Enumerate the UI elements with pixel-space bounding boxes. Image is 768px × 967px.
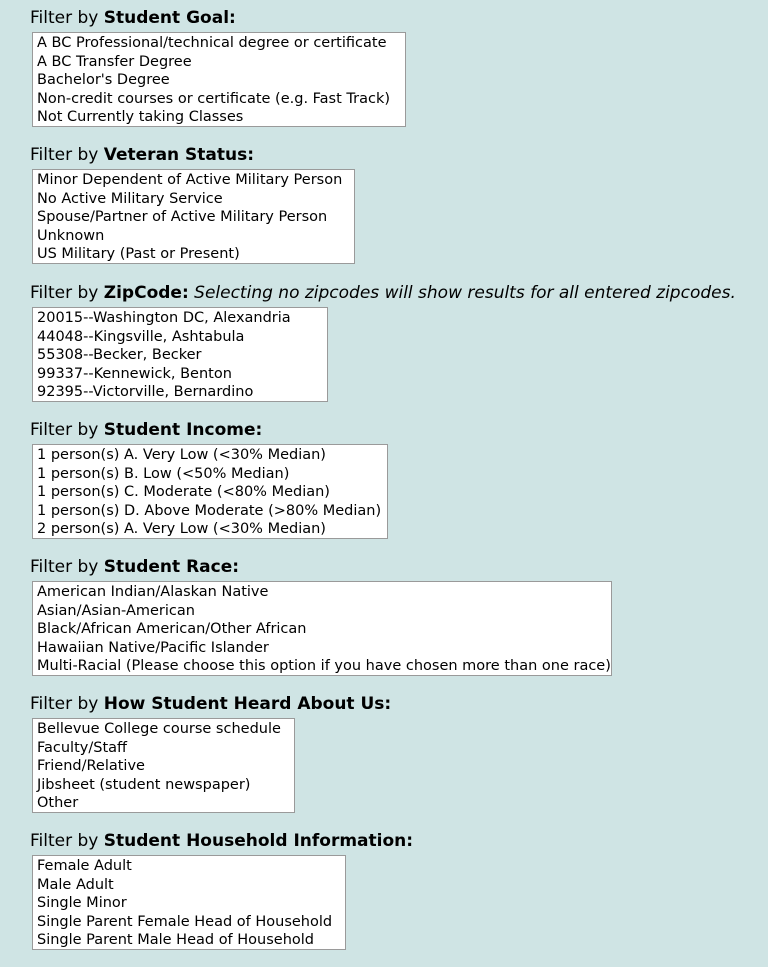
filter-prefix: Filter by bbox=[30, 145, 104, 165]
listbox-option[interactable]: Black/African American/Other African bbox=[33, 620, 611, 639]
filter-prefix: Filter by bbox=[30, 557, 104, 577]
listbox-option[interactable]: 55308--Becker, Becker bbox=[33, 346, 327, 365]
student-income-listbox[interactable]: 1 person(s) A. Very Low (<30% Median) 1 … bbox=[32, 444, 388, 539]
listbox-option[interactable]: Multi-Racial (Please choose this option … bbox=[33, 657, 611, 675]
filter-student-income: Filter by Student Income: 1 person(s) A.… bbox=[30, 420, 388, 539]
filter-title: Student Race: bbox=[103, 557, 240, 577]
listbox-option[interactable]: Jibsheet (student newspaper) bbox=[33, 776, 294, 795]
listbox-option[interactable]: Hawaiian Native/Pacific Islander bbox=[33, 639, 611, 658]
filter-prefix: Filter by bbox=[30, 420, 104, 440]
listbox-option[interactable]: 1 person(s) B. Low (<50% Median) bbox=[33, 465, 387, 484]
listbox-option[interactable]: Faculty/Staff bbox=[33, 739, 294, 758]
listbox-option[interactable]: 92395--Victorville, Bernardino bbox=[33, 383, 327, 401]
listbox-option[interactable]: Minor Dependent of Active Military Perso… bbox=[33, 171, 354, 190]
household-info-listbox[interactable]: Female Adult Male Adult Single Minor Sin… bbox=[32, 855, 346, 950]
listbox-option[interactable]: US Military (Past or Present) bbox=[33, 245, 354, 263]
filter-label: Filter by Student Income: bbox=[30, 420, 388, 440]
listbox-option[interactable]: 20015--Washington DC, Alexandria bbox=[33, 309, 327, 328]
listbox-option[interactable]: Other bbox=[33, 794, 294, 812]
listbox-option[interactable]: No Active Military Service bbox=[33, 190, 354, 209]
listbox-option[interactable]: Unknown bbox=[33, 227, 354, 246]
filter-label: Filter by Veteran Status: bbox=[30, 145, 355, 165]
listbox-option[interactable]: Male Adult bbox=[33, 876, 345, 895]
listbox-option[interactable]: Single Parent Female Head of Household bbox=[33, 913, 345, 932]
listbox-option[interactable]: 44048--Kingsville, Ashtabula bbox=[33, 328, 327, 347]
listbox-option[interactable]: Female Adult bbox=[33, 857, 345, 876]
listbox-option[interactable]: Asian/Asian-American bbox=[33, 602, 611, 621]
listbox-option[interactable]: Non-credit courses or certificate (e.g. … bbox=[33, 90, 405, 109]
listbox-option[interactable]: Single Minor bbox=[33, 894, 345, 913]
filter-student-goal: Filter by Student Goal: A BC Professiona… bbox=[30, 8, 406, 127]
listbox-option[interactable]: 1 person(s) C. Moderate (<80% Median) bbox=[33, 483, 387, 502]
how-heard-listbox[interactable]: Bellevue College course schedule Faculty… bbox=[32, 718, 295, 813]
filter-how-heard: Filter by How Student Heard About Us: Be… bbox=[30, 694, 391, 813]
listbox-option[interactable]: Bellevue College course schedule bbox=[33, 720, 294, 739]
listbox-option[interactable]: Not Currently taking Classes bbox=[33, 108, 405, 126]
listbox-option[interactable]: Friend/Relative bbox=[33, 757, 294, 776]
student-race-listbox[interactable]: American Indian/Alaskan Native Asian/Asi… bbox=[32, 581, 612, 676]
listbox-option[interactable]: A BC Professional/technical degree or ce… bbox=[33, 34, 405, 53]
filter-label: Filter by How Student Heard About Us: bbox=[30, 694, 391, 714]
filter-title: Veteran Status: bbox=[103, 145, 255, 165]
filter-label: Filter by Student Race: bbox=[30, 557, 612, 577]
listbox-option[interactable]: American Indian/Alaskan Native bbox=[33, 583, 611, 602]
listbox-option[interactable]: A BC Transfer Degree bbox=[33, 53, 405, 72]
filter-label: Filter by Student Goal: bbox=[30, 8, 406, 28]
filter-prefix: Filter by bbox=[30, 831, 104, 851]
filter-title: How Student Heard About Us: bbox=[103, 694, 392, 714]
filter-title: Student Household Information: bbox=[103, 831, 414, 851]
listbox-option[interactable]: Spouse/Partner of Active Military Person bbox=[33, 208, 354, 227]
listbox-option[interactable]: 99337--Kennewick, Benton bbox=[33, 365, 327, 384]
filter-prefix: Filter by bbox=[30, 8, 104, 28]
filter-title: ZipCode: bbox=[103, 283, 189, 303]
filter-household-info: Filter by Student Household Information:… bbox=[30, 831, 413, 950]
filter-label: Filter by ZipCode: Selecting no zipcodes… bbox=[30, 283, 736, 303]
veteran-status-listbox[interactable]: Minor Dependent of Active Military Perso… bbox=[32, 169, 355, 264]
listbox-option[interactable]: Single Parent Male Head of Household bbox=[33, 931, 345, 949]
filter-prefix: Filter by bbox=[30, 283, 104, 303]
filter-zipcode: Filter by ZipCode: Selecting no zipcodes… bbox=[30, 283, 736, 402]
filter-prefix: Filter by bbox=[30, 694, 104, 714]
listbox-option[interactable]: 1 person(s) A. Very Low (<30% Median) bbox=[33, 446, 387, 465]
student-goal-listbox[interactable]: A BC Professional/technical degree or ce… bbox=[32, 32, 406, 127]
filter-title: Student Goal: bbox=[103, 8, 236, 28]
filter-title: Student Income: bbox=[103, 420, 263, 440]
filter-student-race: Filter by Student Race: American Indian/… bbox=[30, 557, 612, 676]
filter-veteran-status: Filter by Veteran Status: Minor Dependen… bbox=[30, 145, 355, 264]
listbox-option[interactable]: 1 person(s) D. Above Moderate (>80% Medi… bbox=[33, 502, 387, 521]
zipcode-listbox[interactable]: 20015--Washington DC, Alexandria 44048--… bbox=[32, 307, 328, 402]
listbox-option[interactable]: Bachelor's Degree bbox=[33, 71, 405, 90]
filter-label: Filter by Student Household Information: bbox=[30, 831, 413, 851]
filter-note: Selecting no zipcodes will show results … bbox=[188, 283, 736, 303]
listbox-option[interactable]: 2 person(s) A. Very Low (<30% Median) bbox=[33, 520, 387, 538]
